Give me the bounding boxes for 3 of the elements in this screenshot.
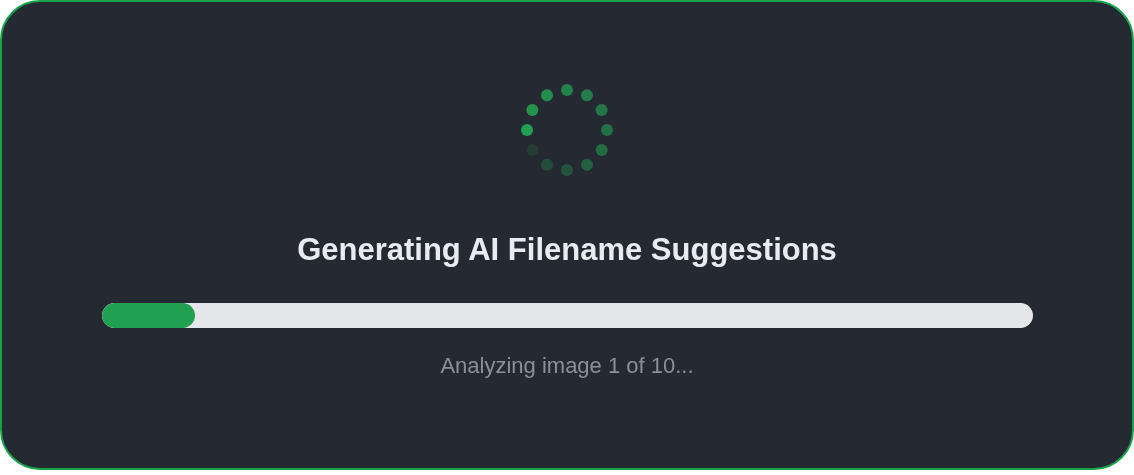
status-text: Analyzing image 1 of 10... <box>440 352 694 380</box>
spinner-icon <box>521 84 613 176</box>
dialog-title: Generating AI Filename Suggestions <box>297 231 837 269</box>
